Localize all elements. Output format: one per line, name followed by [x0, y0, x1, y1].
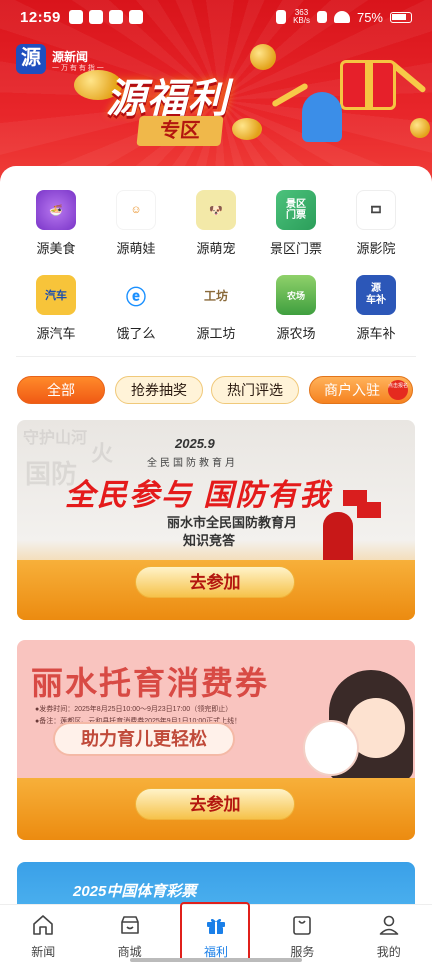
tiktok-icon — [68, 10, 83, 24]
gesture-bar[interactable] — [130, 958, 302, 962]
pet-dog-cat-icon: 🐶 — [196, 190, 236, 230]
sync-icon — [108, 10, 123, 24]
farm-icon: 农场 — [276, 275, 316, 315]
status-bar: 12:59 363 KB/s 75% — [0, 0, 432, 34]
crown-icon — [128, 10, 143, 24]
status-time: 12:59 — [20, 8, 61, 26]
noodle-bowl-icon: 🍜 — [36, 190, 76, 230]
tab-highlight-frame — [180, 902, 250, 962]
flag-icon — [357, 502, 381, 518]
sim-icon — [316, 11, 327, 23]
filter-popular[interactable]: 热门评选 — [211, 376, 299, 404]
service-yuan-farm[interactable]: 农场 源农场 — [256, 275, 336, 342]
filter-chips: 全部 抢券抽奖 热门评选 商户入驻 点击报名 — [17, 376, 417, 404]
hero-subtitle: 专区 — [136, 116, 224, 146]
service-label: 源美食 — [36, 241, 76, 256]
person-illustration — [302, 92, 342, 142]
banner-title: 2025中国体育彩票 — [73, 883, 197, 900]
service-eleme[interactable]: ⓔ 饿了么 — [96, 275, 176, 342]
service-scenic-tickets[interactable]: 景区 门票 景区门票 — [256, 190, 336, 257]
network-speed: 363 KB/s — [293, 8, 310, 25]
status-right: 363 KB/s 75% — [276, 9, 412, 25]
welfare-content: 🍜 源美食 ☺ 源萌娃 🐶 源萌宠 景区 门票 景区门票 🎞 源影院 汽车 源汽车… — [0, 166, 432, 906]
coin-icon — [410, 118, 430, 138]
tab-label: 我的 — [376, 945, 401, 959]
divider — [16, 356, 416, 357]
service-label: 源农场 — [276, 326, 316, 341]
ticket-icon: 景区 门票 — [276, 190, 316, 230]
tab-mall[interactable]: 商城 — [86, 905, 172, 964]
service-label: 源影院 — [356, 241, 396, 256]
store-icon — [120, 916, 139, 934]
service-label: 源萌娃 — [116, 241, 156, 256]
battery-icon — [390, 11, 412, 23]
tab-news[interactable]: 新闻 — [0, 905, 86, 964]
join-button[interactable]: 去参加 — [135, 788, 295, 820]
service-yuan-pet[interactable]: 🐶 源萌宠 — [176, 190, 256, 257]
service-grid: 🍜 源美食 ☺ 源萌娃 🐶 源萌宠 景区 门票 景区门票 🎞 源影院 汽车 源汽车… — [16, 190, 416, 342]
coin-icon — [250, 44, 276, 70]
childcare-voucher-banner[interactable]: 丽水托育消费券 ●发券时间：2025年8月25日10:00～9月23日17:00… — [17, 640, 415, 840]
banner-year: 2025.9 — [175, 436, 215, 451]
film-icon: 🎞 — [356, 190, 396, 230]
app-logo: 源 — [16, 44, 46, 74]
banner-kicker: 全民国防教育月 — [147, 458, 238, 469]
tab-label: 新闻 — [31, 945, 56, 959]
gift-box-icon — [340, 60, 396, 110]
service-label: 源车补 — [356, 326, 396, 341]
tab-service[interactable]: 服务 — [259, 905, 345, 964]
service-yuan-cinema[interactable]: 🎞 源影院 — [336, 190, 416, 257]
service-label: 源工坊 — [196, 326, 236, 341]
service-label: 饿了么 — [116, 326, 156, 341]
wifi-icon — [333, 11, 350, 23]
service-label: 源萌宠 — [196, 241, 236, 256]
car-subsidy-icon: 源车补 — [356, 275, 396, 315]
vibrate-icon — [276, 10, 287, 24]
banner-subtitle: 知识竞答 — [183, 533, 236, 548]
merchant-label: 商户入驻 — [324, 382, 380, 398]
banner-detail: ●发券时间：2025年8月25日10:00～9月23日17:00（领完即止） — [35, 706, 233, 713]
join-button[interactable]: 去参加 — [135, 566, 295, 598]
banner-headline: 全民参与 国防有我 — [65, 479, 332, 512]
service-yuan-car-subsidy[interactable]: 源车补 源车补 — [336, 275, 416, 342]
home-icon — [33, 915, 53, 935]
lottery-banner[interactable]: 2025中国体育彩票 — [17, 862, 415, 906]
banner-subtitle: 丽水市全民国防教育月 — [167, 515, 298, 530]
smiley-baby-icon: ☺ — [116, 190, 156, 230]
defense-quiz-banner[interactable]: 守护山河 国防 火 2025.9 全民国防教育月 全民参与 国防有我 丽水市全民… — [17, 420, 415, 620]
coin-icon — [232, 118, 262, 140]
banner-title: 丽水托育消费券 — [31, 665, 270, 701]
person-icon — [379, 915, 399, 935]
workshop-icon: 工坊 — [196, 275, 236, 315]
message-icon — [88, 10, 103, 24]
service-label: 景区门票 — [269, 241, 322, 256]
merchant-badge: 点击报名 — [388, 380, 408, 400]
filter-all[interactable]: 全部 — [17, 376, 105, 404]
service-yuan-food[interactable]: 🍜 源美食 — [16, 190, 96, 257]
eleme-icon: ⓔ — [116, 275, 156, 315]
baby-illustration — [303, 720, 359, 776]
watermark-text: 守护山河 — [23, 430, 88, 447]
bag-icon — [293, 916, 312, 935]
service-label: 源汽车 — [36, 326, 76, 341]
service-yuan-car[interactable]: 汽车 源汽车 — [16, 275, 96, 342]
tab-me[interactable]: 我的 — [346, 905, 432, 964]
banner-slogan: 助力育儿更轻松 — [53, 722, 235, 756]
battery-percent: 75% — [356, 9, 383, 25]
watermark-text: 火 — [91, 441, 114, 466]
filter-merchant[interactable]: 商户入驻 点击报名 — [309, 376, 413, 404]
hero-banner: 12:59 363 KB/s 75% 源 源新闻 一 万 有 有 指 一 源福利 … — [0, 0, 432, 190]
car-icon: 汽车 — [36, 275, 76, 315]
service-yuan-baby[interactable]: ☺ 源萌娃 — [96, 190, 176, 257]
service-yuan-workshop[interactable]: 工坊 源工坊 — [176, 275, 256, 342]
notification-icons — [68, 10, 143, 24]
filter-lottery[interactable]: 抢券抽奖 — [115, 376, 203, 404]
